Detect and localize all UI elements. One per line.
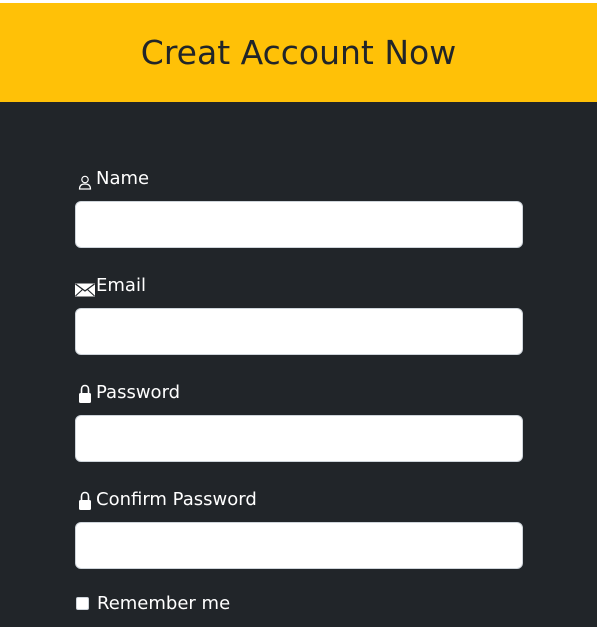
confirm-password-label-text: Confirm Password [96, 489, 257, 510]
email-label: Email [75, 273, 523, 297]
remember-me[interactable]: Remember me [76, 593, 230, 614]
password-label-text: Password [96, 382, 181, 403]
name-label-text: Name [96, 168, 150, 189]
remember-me-label[interactable]: Remember me [97, 593, 230, 614]
lock-icon [75, 384, 95, 404]
confirm-password-field-group: Confirm Password [75, 487, 523, 569]
email-label-text: Email [96, 275, 146, 296]
password-input[interactable] [75, 415, 523, 462]
name-label: Name [75, 166, 523, 190]
password-label: Password [75, 380, 523, 404]
email-field-group: Email [75, 273, 523, 355]
name-input[interactable] [75, 201, 523, 248]
lock-icon [75, 491, 95, 511]
remember-me-checkbox[interactable] [76, 597, 89, 610]
page: Creat Account Now Name Email Password Co… [0, 0, 597, 627]
page-title: Creat Account Now [140, 33, 457, 72]
page-header: Creat Account Now [0, 3, 597, 102]
signup-form: Name Email Password Confirm Password Rem… [0, 102, 597, 627]
email-input[interactable] [75, 308, 523, 355]
password-field-group: Password [75, 380, 523, 462]
name-field-group: Name [75, 166, 523, 248]
confirm-password-input[interactable] [75, 522, 523, 569]
person-icon [75, 170, 95, 190]
envelope-icon [75, 277, 95, 297]
confirm-password-label: Confirm Password [75, 487, 523, 511]
